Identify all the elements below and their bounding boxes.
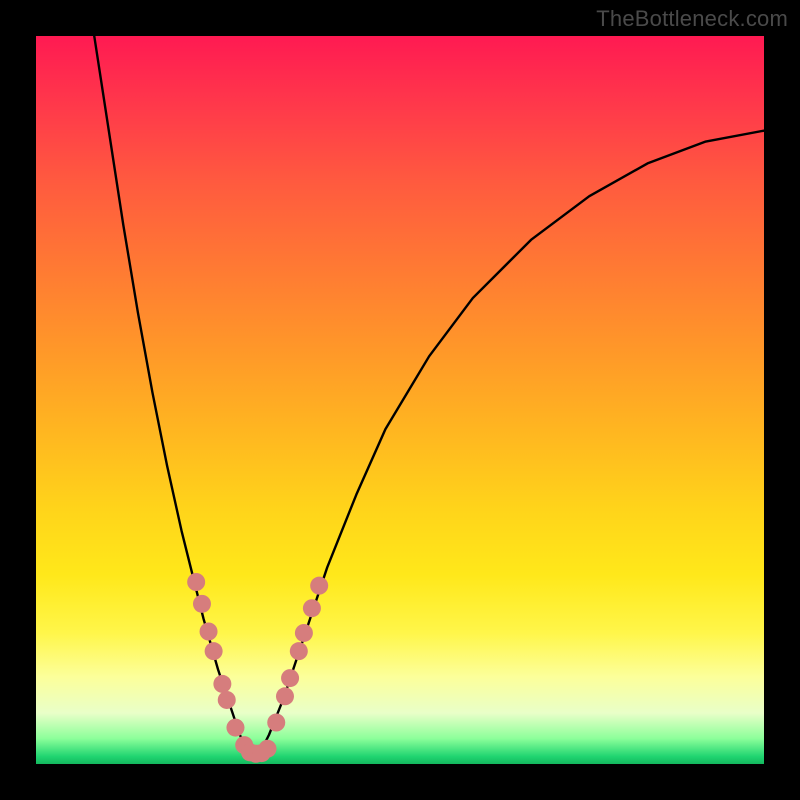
- left-curve: [94, 36, 247, 749]
- data-dot: [281, 669, 299, 687]
- data-dot: [259, 740, 277, 758]
- watermark-text: TheBottleneck.com: [596, 6, 788, 32]
- data-dot: [218, 691, 236, 709]
- plot-area: [36, 36, 764, 764]
- data-dot: [213, 675, 231, 693]
- data-dot: [193, 595, 211, 613]
- data-dot: [187, 573, 205, 591]
- right-curve: [262, 131, 764, 750]
- data-dot: [267, 714, 285, 732]
- data-dot: [226, 719, 244, 737]
- data-dot: [290, 642, 308, 660]
- data-dot: [276, 687, 294, 705]
- data-dots: [187, 573, 328, 763]
- data-dot: [310, 577, 328, 595]
- data-dot: [303, 599, 321, 617]
- data-dot: [200, 623, 218, 641]
- data-dot: [295, 624, 313, 642]
- chart-container: TheBottleneck.com: [0, 0, 800, 800]
- curve-layer: [36, 36, 764, 764]
- data-dot: [205, 642, 223, 660]
